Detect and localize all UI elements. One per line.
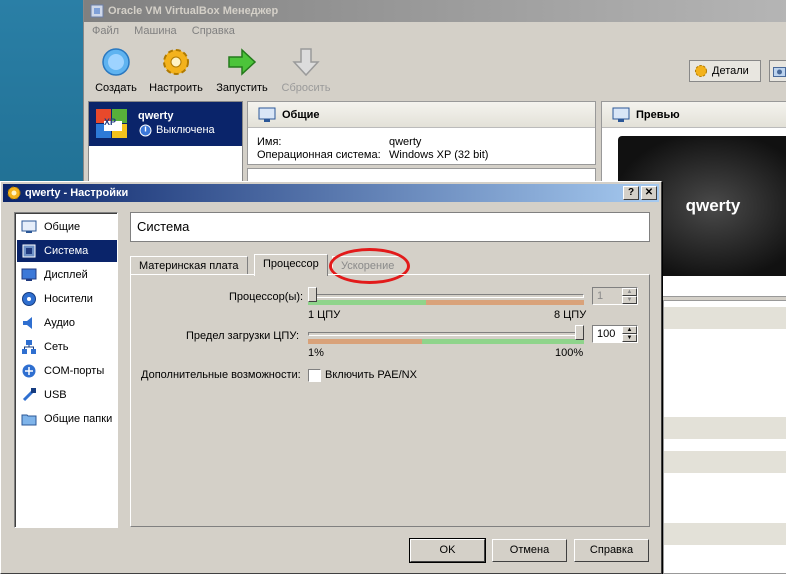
menu-machine[interactable]: Машина xyxy=(134,25,177,37)
menu-help[interactable]: Справка xyxy=(192,25,235,37)
preview-panel-header[interactable]: Превью xyxy=(602,102,786,128)
green-arrow-icon xyxy=(228,48,257,76)
cpu-count-spinbox[interactable]: 1 ▲ ▼ xyxy=(592,287,638,305)
manager-title: Oracle VM VirtualBox Менеджер xyxy=(108,5,279,17)
manager-titlebar[interactable]: Oracle VM VirtualBox Менеджер xyxy=(84,0,786,22)
tab-processor[interactable]: Процессор xyxy=(254,254,328,276)
menu-bar: Файл Машина Справка xyxy=(84,22,786,40)
settings-nav: Общие Система Дисплей Носители Аудио Сет… xyxy=(14,212,118,528)
monitor-icon xyxy=(612,107,630,122)
monitor-icon xyxy=(258,107,276,122)
cpu-cap-track xyxy=(308,332,584,336)
settings-button[interactable]: Настроить xyxy=(144,46,208,94)
snapshots-button[interactable] xyxy=(769,60,786,82)
section-title: Система xyxy=(130,212,650,242)
general-panel-header[interactable]: Общие xyxy=(248,102,595,128)
folder-icon xyxy=(21,414,37,426)
pae-nx-checkbox[interactable] xyxy=(308,369,321,382)
nav-item-system[interactable]: Система xyxy=(17,240,117,262)
cpu-max-label: 8 ЦПУ xyxy=(554,309,587,321)
nav-item-shared-folders[interactable]: Общие папки xyxy=(17,408,117,430)
cap-min-label: 1% xyxy=(308,347,324,359)
cpu-min-label: 1 ЦПУ xyxy=(308,309,341,321)
nav-item-display[interactable]: Дисплей xyxy=(17,264,117,286)
cpu-count-stepper[interactable]: ▲ ▼ xyxy=(622,288,637,304)
vm-list-item[interactable]: XP qwerty Выключена xyxy=(89,102,242,146)
nav-item-usb[interactable]: USB xyxy=(17,384,117,406)
cap-normal-zone xyxy=(422,339,584,344)
details-button[interactable]: Детали xyxy=(689,60,761,82)
camera-icon xyxy=(773,67,786,77)
cancel-button[interactable]: Отмена xyxy=(492,539,567,562)
cpu-count-track xyxy=(308,294,584,298)
tab-acceleration[interactable]: Ускорение xyxy=(332,256,404,275)
gear-icon xyxy=(7,186,21,200)
discard-button[interactable]: Сбросить xyxy=(274,46,338,94)
down-arrow-icon xyxy=(292,48,320,77)
nav-item-storage[interactable]: Носители xyxy=(17,288,117,310)
general-name-value: qwerty xyxy=(389,136,422,148)
cpu-cap-spinbox[interactable]: 100 ▲ ▼ xyxy=(592,325,638,343)
right-panels xyxy=(663,300,786,574)
system-panel-stub xyxy=(247,168,596,182)
pae-nx-label[interactable]: Включить PAE/NX xyxy=(325,369,417,381)
cpu-count-value: 1 xyxy=(597,290,604,302)
close-button[interactable]: ✕ xyxy=(641,186,657,200)
monitor-general-icon xyxy=(21,220,37,233)
general-os-label: Операционная система: xyxy=(257,149,381,161)
vm-name: qwerty xyxy=(138,110,174,122)
settings-dialog: qwerty - Настройки ? ✕ Общие Система Дис… xyxy=(0,181,662,574)
cap-warning-zone xyxy=(308,339,422,344)
cpu-cap-stepper[interactable]: ▲ ▼ xyxy=(622,326,637,342)
menu-file[interactable]: Файл xyxy=(92,25,119,37)
context-help-button[interactable]: ? xyxy=(623,186,639,200)
nav-item-general[interactable]: Общие xyxy=(17,216,117,238)
tab-motherboard[interactable]: Материнская плата xyxy=(130,256,248,275)
cpu-cap-label: Предел загрузки ЦПУ: xyxy=(186,330,300,342)
create-button[interactable]: Создать xyxy=(84,46,148,94)
general-panel: Общие Имя: qwerty Операционная система: … xyxy=(247,101,596,165)
general-name-label: Имя: xyxy=(257,136,282,148)
network-icon xyxy=(22,340,36,354)
vm-state: Выключена xyxy=(156,124,215,136)
general-os-value: Windows XP (32 bit) xyxy=(389,149,489,161)
dialog-title: qwerty - Настройки xyxy=(25,187,129,199)
speaker-icon xyxy=(23,317,32,329)
nav-item-network[interactable]: Сеть xyxy=(17,336,117,358)
usb-icon xyxy=(22,388,36,402)
cpu-recommended-zone xyxy=(308,300,426,305)
cpu-cap-value: 100 xyxy=(597,328,616,340)
virtualbox-icon xyxy=(90,4,104,18)
serial-port-icon xyxy=(22,364,36,378)
start-button[interactable]: Запустить xyxy=(210,46,274,94)
cap-max-label: 100% xyxy=(555,347,584,359)
display-icon xyxy=(21,268,37,281)
help-button[interactable]: Справка xyxy=(574,539,649,562)
extended-features-label: Дополнительные возможности: xyxy=(141,369,301,381)
processor-tab-pane: Процессор(ы): 1 ЦПУ 8 ЦПУ 1 ▲ ▼ Предел за… xyxy=(130,274,650,527)
ok-button[interactable]: OK xyxy=(410,539,485,562)
nav-item-audio[interactable]: Аудио xyxy=(17,312,117,334)
toolbar: Создать Настроить Запустить Сбросить xyxy=(84,40,786,100)
chip-icon xyxy=(22,244,36,258)
cpu-overcommit-zone xyxy=(426,300,584,305)
new-sun-icon xyxy=(102,48,130,76)
os-badge-text: XP xyxy=(104,117,117,127)
cpu-count-label: Процессор(ы): xyxy=(229,291,304,303)
power-off-icon xyxy=(139,124,152,137)
cpu-count-slider[interactable] xyxy=(308,287,317,302)
gear-icon xyxy=(695,65,707,77)
nav-item-com-ports[interactable]: COM-порты xyxy=(17,360,117,382)
cpu-cap-slider[interactable] xyxy=(575,325,584,340)
dialog-titlebar[interactable]: qwerty - Настройки ? ✕ xyxy=(3,184,659,202)
gear-icon xyxy=(163,49,189,75)
disc-icon xyxy=(22,292,36,306)
